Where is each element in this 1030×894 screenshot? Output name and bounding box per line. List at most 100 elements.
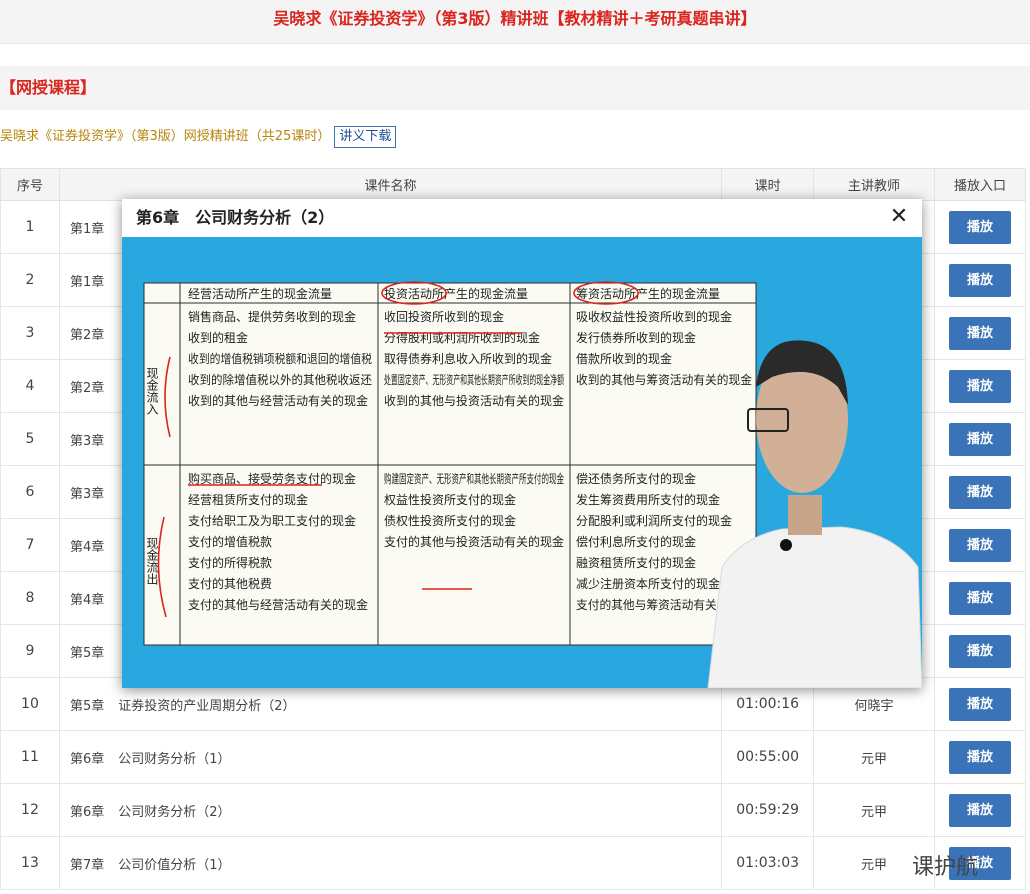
play-button[interactable]: 播放 [948,369,1011,403]
row-play-cell: 播放 [933,465,1027,519]
row-duration: 00:59:29 [721,783,815,837]
play-button[interactable]: 播放 [948,740,1011,774]
header-time: 课时 [721,168,815,201]
close-icon[interactable]: ✕ [888,205,910,229]
slide-line: 支付的增值税款 [188,534,272,549]
slide-line: 借款所收到的现金 [576,351,672,366]
slide-line: 支付的其他税费 [188,576,272,591]
table-header-row: 序号 课件名称 课时 主讲教师 播放入口 [0,168,1027,201]
row-index: 8 [0,571,60,625]
section-title: 【网授课程】 [0,66,1030,110]
play-button[interactable]: 播放 [948,687,1011,721]
row-chapter: 第4章 [69,592,105,608]
row-play-cell: 播放 [933,677,1027,731]
row-index: 3 [0,306,60,360]
row-index: 12 [0,783,60,837]
row-title: 公司财务分析（2） [118,804,231,820]
row-index: 4 [0,359,60,413]
slide-line: 分得股利或利润所收到的现金 [384,330,540,345]
row-chapter: 第4章 [69,539,105,555]
watermark: 课护航 [912,855,979,880]
slide-line: 取得债券利息收入所收到的现金 [384,351,552,366]
row-chapter: 第5章 [69,645,105,661]
slide-row-label: 现金流出 [145,537,159,585]
row-chapter: 第2章 [69,327,105,343]
play-button[interactable]: 播放 [948,422,1011,456]
row-play-cell: 播放 [933,730,1027,784]
play-button[interactable]: 播放 [948,475,1011,509]
play-button[interactable]: 播放 [948,528,1011,562]
slide-line: 收到的增值税销项税额和退回的增值税 [188,351,372,366]
header-name: 课件名称 [58,168,723,201]
slide-line: 处置固定资产、无形资产和其他长期资产所收到的现金净额 [384,372,564,387]
slide-column-header: 投资活动所产生的现金流量 [384,286,528,301]
slide-line: 支付的其他与经营活动有关的现金 [188,597,368,612]
play-button[interactable]: 播放 [948,263,1011,297]
table-row: 12 第6章 公司财务分析（2） 00:59:29 元甲 播放 [0,783,1027,837]
row-index: 13 [0,836,60,890]
row-chapter: 第3章 [69,433,105,449]
row-chapter: 第7章 [69,857,105,873]
slide-line: 偿付利息所支付的现金 [576,534,696,549]
download-handout-button[interactable]: 讲义下载 [334,126,397,148]
row-chapter: 第6章 [69,751,105,767]
row-index: 2 [0,253,60,307]
slide-row-label: 现金流入 [145,367,159,415]
row-index: 6 [0,465,60,519]
slide-line: 发生筹资费用所支付的现金 [576,492,720,507]
slide-line: 收回投资所收到的现金 [384,309,504,324]
course-name: 吴晓求《证券投资学》（第3版）网授精讲班（共25课时） [0,129,331,144]
slide-line: 支付的其他与投资活动有关的现金 [384,534,564,549]
slide-line: 收到的租金 [188,330,248,345]
row-index: 7 [0,518,60,572]
table-row: 13 第7章 公司价值分析（1） 01:03:03 元甲 播放 [0,836,1027,890]
row-title: 公司价值分析（1） [118,857,231,873]
slide-line: 收到的其他与筹资活动有关的现金 [576,372,752,387]
header-teacher: 主讲教师 [813,168,935,201]
row-index: 1 [0,200,60,254]
row-index: 11 [0,730,60,784]
page-title: 吴晓求《证券投资学》（第3版）精讲班【教材精讲＋考研真题串讲】 [0,0,1030,44]
row-title: 公司财务分析（1） [118,751,231,767]
course-line: 吴晓求《证券投资学》（第3版）网授精讲班（共25课时） 讲义下载 [0,125,397,149]
row-duration: 01:03:03 [721,836,815,890]
slide-line: 收到的其他与经营活动有关的现金 [188,393,368,408]
row-teacher: 元甲 [813,730,935,784]
play-button[interactable]: 播放 [948,634,1011,668]
slide-line: 支付的所得税款 [188,555,272,570]
row-lesson-name: 第7章 公司价值分析（1） [58,836,723,890]
play-button[interactable]: 播放 [948,581,1011,615]
slide-line: 销售商品、提供劳务收到的现金 [188,309,356,324]
row-play-cell: 播放 [933,571,1027,625]
table-row: 11 第6章 公司财务分析（1） 00:55:00 元甲 播放 [0,730,1027,784]
slide-line: 收到的其他与投资活动有关的现金 [384,393,564,408]
row-play-cell: 播放 [933,412,1027,466]
row-chapter: 第1章 [69,274,105,290]
slide-line: 融资租赁所支付的现金 [576,555,696,570]
slide-line: 分配股利或利润所支付的现金 [576,513,732,528]
play-button[interactable]: 播放 [948,316,1011,350]
row-index: 9 [0,624,60,678]
row-lesson-name: 第6章 公司财务分析（1） [58,730,723,784]
slide-line: 权益性投资所支付的现金 [384,492,516,507]
video-player[interactable]: 经营活动所产生的现金流量 投资活动所产生的现金流量 筹资活动所产生的现金流量现金流入… [122,237,922,688]
row-play-cell: 播放 [933,624,1027,678]
row-play-cell: 播放 [933,783,1027,837]
slide-line: 发行债券所收到的现金 [576,330,696,345]
row-chapter: 第6章 [69,804,105,820]
row-chapter: 第2章 [69,380,105,396]
modal-header: 第6章 公司财务分析（2） ✕ [122,199,922,237]
slide-line: 吸收权益性投资所收到的现金 [576,309,732,324]
modal-title: 第6章 公司财务分析（2） [136,208,335,227]
slide-column-header: 筹资活动所产生的现金流量 [576,286,720,301]
row-duration: 00:55:00 [721,730,815,784]
row-lesson-name: 第6章 公司财务分析（2） [58,783,723,837]
play-button[interactable]: 播放 [948,210,1011,244]
slide-line: 经营租赁所支付的现金 [188,492,308,507]
slide-column-header: 经营活动所产生的现金流量 [188,286,332,301]
play-button[interactable]: 播放 [948,793,1011,827]
slide-line: 减少注册资本所支付的现金 [576,576,720,591]
slide-line: 支付给职工及为职工支付的现金 [188,513,356,528]
header-index: 序号 [0,168,60,201]
row-chapter: 第5章 [69,698,105,714]
